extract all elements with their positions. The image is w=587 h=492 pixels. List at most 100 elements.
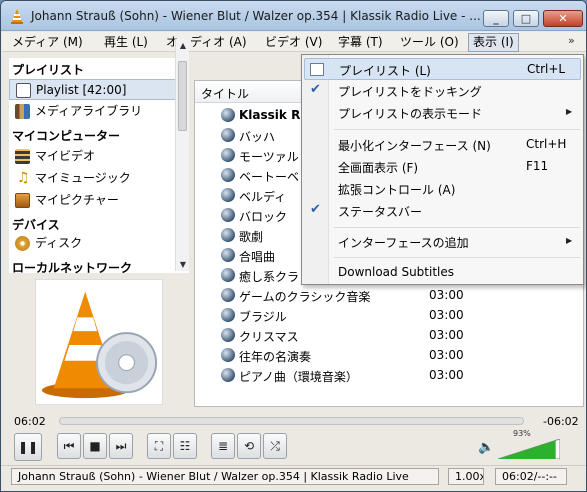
next-button[interactable]: ⏭: [109, 433, 133, 459]
menu-item-status-bar[interactable]: ✔ ステータスバー: [304, 200, 581, 222]
playlist-row[interactable]: ブラジル 03:00: [195, 305, 583, 325]
playlist-row-title: クリスマス: [239, 330, 299, 344]
menu-item-advanced-controls[interactable]: 拡張コントロール (A): [304, 178, 581, 200]
previous-icon: ⏮: [63, 439, 75, 453]
sidebar-item-playlist[interactable]: Playlist [42:00]: [9, 79, 177, 100]
menu-item-shortcut: F11: [526, 159, 549, 173]
playlist-row-title: ブラジル: [239, 310, 287, 324]
menu-item-playlist[interactable]: プレイリスト (L) Ctrl+L: [304, 58, 581, 80]
next-icon: ⏭: [115, 439, 127, 453]
status-speed[interactable]: 1.00x: [448, 468, 484, 485]
pause-button[interactable]: ❚❚: [14, 433, 42, 461]
sidebar-item-media-library[interactable]: メディアライブラリ: [9, 101, 177, 122]
window-title: Johann Strauß (Sohn) - Wiener Blut / Wal…: [31, 9, 481, 23]
menu-item-add-interface[interactable]: インターフェースの追加 ▶: [304, 231, 581, 253]
shuffle-button[interactable]: ⤮: [263, 433, 287, 459]
menu-item-dock-playlist[interactable]: ✔ プレイリストをドッキング: [304, 80, 581, 102]
close-icon: ✕: [558, 12, 568, 25]
loop-button[interactable]: ⟲: [237, 433, 261, 459]
menu-view[interactable]: 表示 (I): [468, 33, 519, 52]
playlist-row-duration: 03:00: [429, 368, 464, 382]
playlist-row[interactable]: クリスマス 03:00: [195, 325, 583, 345]
column-title[interactable]: タイトル: [201, 85, 249, 102]
scroll-up-icon[interactable]: ▲: [177, 41, 189, 50]
playlist-row-title: モーツァル: [239, 150, 299, 164]
menu-item-shortcut: Ctrl+H: [526, 137, 567, 151]
playlist-row-title: 合唱曲: [239, 250, 276, 264]
close-button[interactable]: ✕: [543, 10, 583, 27]
sidebar-item-my-pictures[interactable]: マイピクチャー: [9, 190, 177, 211]
seek-slider[interactable]: [59, 417, 524, 425]
playlist-row[interactable]: ピアノ曲（環境音楽） 03:00: [195, 365, 583, 385]
globe-icon: [221, 288, 235, 302]
sidebar-item-discs[interactable]: ディスク: [9, 233, 177, 254]
menu-item-label: 全画面表示 (F): [338, 161, 419, 175]
playlist-row-title: ベルディ: [239, 190, 287, 204]
speaker-icon[interactable]: 🔈: [478, 440, 494, 455]
menu-item-fullscreen[interactable]: 全画面表示 (F) F11: [304, 156, 581, 178]
minimize-button[interactable]: _: [483, 10, 509, 27]
section-devices: デバイス: [12, 218, 60, 232]
elapsed-time: 06:02: [14, 415, 46, 428]
globe-icon: [221, 308, 235, 322]
scroll-thumb[interactable]: [178, 61, 187, 131]
menu-item-label: 拡張コントロール (A): [338, 183, 456, 197]
playlist-row-duration: 03:00: [429, 308, 464, 322]
equalizer-icon: ☷: [179, 439, 191, 453]
sidebar-scrollbar[interactable]: ▲ ▼: [175, 39, 189, 271]
menu-item-download-subtitles[interactable]: Download Subtitles: [304, 262, 581, 284]
remaining-time[interactable]: -06:02: [543, 415, 579, 428]
stop-icon: ■: [89, 439, 101, 453]
film-icon: [15, 149, 30, 164]
shuffle-icon: ⤮: [270, 439, 280, 453]
previous-button[interactable]: ⏮: [57, 433, 81, 459]
scroll-down-icon[interactable]: ▼: [177, 260, 189, 269]
title-bar[interactable]: Johann Strauß (Sohn) - Wiener Blut / Wal…: [1, 1, 586, 31]
globe-icon: [221, 168, 235, 182]
stop-button[interactable]: ■: [83, 433, 107, 459]
menu-overflow-icon[interactable]: »: [568, 34, 575, 47]
menu-item-label: プレイリストをドッキング: [338, 85, 482, 99]
globe-icon: [221, 368, 235, 382]
sidebar: プレイリスト Playlist [42:00] メディアライブラリ マイコンピュ…: [9, 58, 189, 275]
seek-bar: 06:02 -06:02: [1, 411, 586, 433]
playlist-row-title: 往年の名演奏: [239, 350, 312, 364]
menu-video[interactable]: ビデオ (V): [261, 34, 326, 51]
sidebar-item-label: マイビデオ: [35, 149, 96, 163]
menu-separator: [334, 227, 580, 228]
volume-slider[interactable]: [498, 439, 560, 459]
maximize-button[interactable]: □: [513, 10, 539, 27]
library-icon: [15, 104, 30, 119]
playlist-row-duration: 03:00: [429, 328, 464, 342]
menu-item-playlist-view-mode[interactable]: プレイリストの表示モード ▶: [304, 102, 581, 124]
playlist-row-title: ベートーベ: [239, 170, 300, 184]
toggle-playlist-button[interactable]: ≣: [211, 433, 235, 459]
globe-icon: [221, 108, 235, 122]
sidebar-item-label: メディアライブラリ: [35, 104, 143, 118]
menu-playback[interactable]: 再生 (L): [100, 34, 152, 51]
section-playlist: プレイリスト: [12, 63, 85, 77]
globe-icon: [221, 148, 235, 162]
menu-item-label: Download Subtitles: [338, 265, 455, 279]
sidebar-item-my-videos[interactable]: マイビデオ: [9, 146, 177, 167]
fullscreen-button[interactable]: ⛶: [147, 433, 171, 459]
globe-icon: [221, 248, 235, 262]
playlist-row[interactable]: 往年の名演奏 03:00: [195, 345, 583, 365]
playlist-row[interactable]: ゲームのクラシック音楽 03:00: [195, 285, 583, 305]
menu-media[interactable]: メディア (M): [8, 34, 87, 51]
extended-settings-button[interactable]: ☷: [173, 433, 197, 459]
globe-icon: [221, 188, 235, 202]
status-time[interactable]: 06:02/--:--: [495, 468, 567, 485]
sidebar-item-my-music[interactable]: ♫ マイミュージック: [9, 168, 177, 189]
submenu-arrow-icon: ▶: [566, 107, 573, 116]
vlc-cone-icon: [11, 9, 23, 24]
checkmark-icon: ✔: [310, 82, 321, 97]
sidebar-item-label: マイピクチャー: [35, 193, 119, 207]
menu-subtitle[interactable]: 字幕 (T): [334, 34, 387, 51]
menu-tools[interactable]: ツール (O): [396, 34, 463, 51]
menu-item-shortcut: Ctrl+L: [527, 62, 566, 76]
menu-item-minimal-interface[interactable]: 最小化インターフェース (N) Ctrl+H: [304, 134, 581, 156]
playlist-row-duration: 03:00: [429, 288, 464, 302]
playlist-row-title: 歌劇: [239, 230, 264, 244]
maximize-icon: □: [520, 12, 532, 25]
